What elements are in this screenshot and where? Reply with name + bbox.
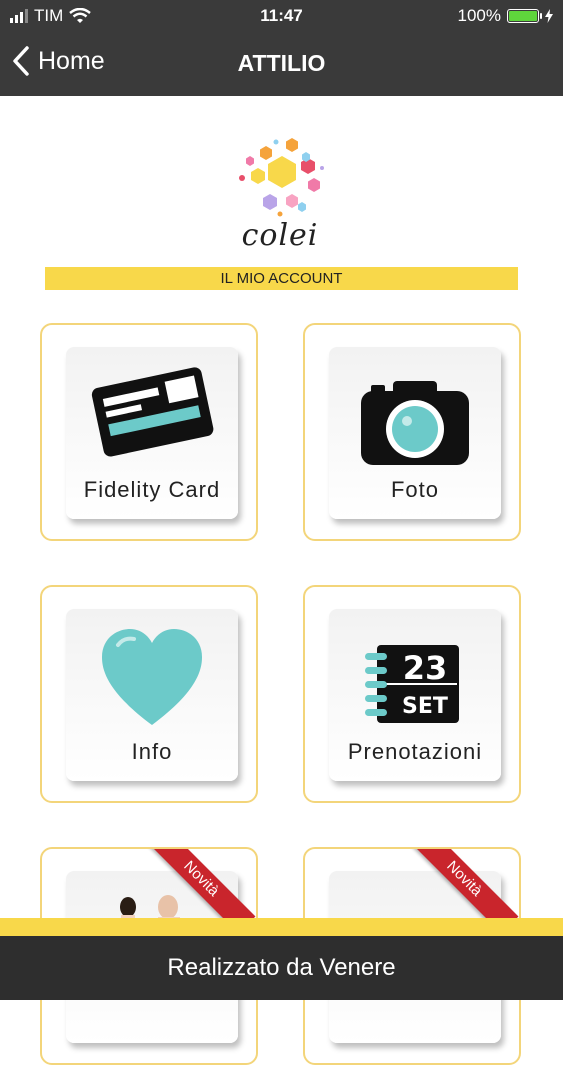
tile-label: Info: [131, 739, 173, 764]
account-section-title: IL MIO ACCOUNT: [45, 267, 518, 290]
battery-percent: 100%: [457, 6, 501, 25]
status-right: 100%: [458, 6, 553, 26]
logo-hexagons-icon: [239, 138, 324, 217]
fidelity-card-icon: [91, 367, 214, 457]
battery-icon: [507, 9, 542, 23]
tile-foto[interactable]: Foto: [303, 323, 521, 541]
tile-prenotazioni[interactable]: 23 SET Prenotazioni: [303, 585, 521, 803]
tile-card: Info: [66, 609, 238, 781]
status-bar: TIM 11:47 100%: [0, 0, 563, 32]
footer-stripe: [0, 918, 563, 936]
tile-info[interactable]: Info: [40, 585, 258, 803]
camera-icon: [361, 381, 469, 465]
back-label: Home: [38, 46, 105, 75]
tile-card: 23 SET Prenotazioni: [329, 609, 501, 781]
chevron-left-icon: [13, 46, 29, 76]
tile-card: Fidelity Card: [66, 347, 238, 519]
colei-logo: colei: [230, 138, 330, 258]
calendar-day: 23: [403, 649, 448, 687]
calendar-month: SET: [402, 694, 448, 719]
tile-label: Fidelity Card: [83, 477, 221, 502]
back-button[interactable]: Home: [12, 46, 105, 76]
tile-label: Foto: [390, 477, 440, 502]
tile-fidelity-card[interactable]: Fidelity Card: [40, 323, 258, 541]
navigation-bar: Home ATTILIO: [0, 32, 563, 96]
charging-icon: [545, 9, 553, 23]
tile-label: Prenotazioni: [347, 739, 483, 764]
heart-icon: [102, 629, 202, 725]
logo-text: colei: [241, 218, 319, 253]
tile-card: Foto: [329, 347, 501, 519]
footer-credit: Realizzato da Venere: [0, 936, 563, 1000]
calendar-icon: 23 SET: [365, 645, 459, 723]
